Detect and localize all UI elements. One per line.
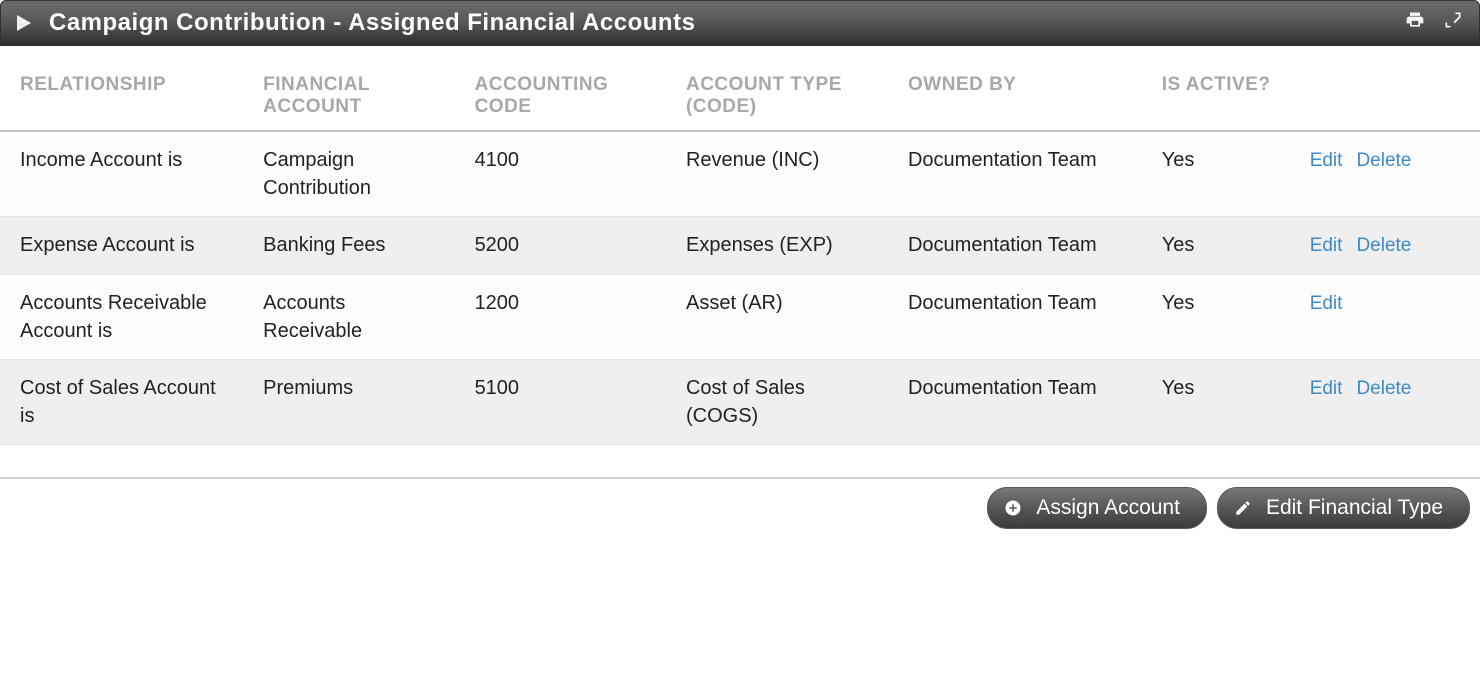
col-header-relationship: Relationship	[0, 56, 243, 131]
cell-actions: Edit	[1290, 274, 1480, 359]
table-wrap: Relationship Financial Account Accountin…	[0, 46, 1480, 445]
edit-link[interactable]: Edit	[1310, 235, 1343, 256]
cell-actions: Edit Delete	[1290, 217, 1480, 275]
cell-accounting_code: 1200	[455, 274, 666, 359]
table-row: Accounts Receivable Account isAccounts R…	[0, 274, 1480, 359]
cell-financial_account: Banking Fees	[243, 217, 454, 275]
edit-link[interactable]: Edit	[1310, 293, 1343, 314]
cell-account_type: Cost of Sales (COGS)	[666, 359, 888, 444]
cell-relationship: Income Account is	[0, 131, 243, 217]
expand-icon[interactable]	[1443, 10, 1463, 36]
edit-financial-type-label: Edit Financial Type	[1266, 496, 1443, 520]
panel-header: Campaign Contribution - Assigned Financi…	[0, 0, 1480, 46]
cell-financial_account: Campaign Contribution	[243, 131, 454, 217]
col-header-actions	[1290, 56, 1480, 131]
cell-financial_account: Premiums	[243, 359, 454, 444]
col-header-owned-by: Owned By	[888, 56, 1142, 131]
footer-bar: Assign Account Edit Financial Type	[0, 477, 1480, 537]
col-header-financial-account: Financial Account	[243, 56, 454, 131]
cell-is_active: Yes	[1142, 274, 1290, 359]
cell-owned_by: Documentation Team	[888, 131, 1142, 217]
panel: Campaign Contribution - Assigned Financi…	[0, 0, 1480, 537]
table-row: Expense Account isBanking Fees5200Expens…	[0, 217, 1480, 275]
cell-account_type: Revenue (INC)	[666, 131, 888, 217]
col-header-accounting-code: Accounting Code	[455, 56, 666, 131]
panel-title: Campaign Contribution - Assigned Financi…	[49, 9, 1387, 37]
delete-link[interactable]: Delete	[1356, 235, 1411, 256]
col-header-account-type: Account Type (Code)	[666, 56, 888, 131]
cell-relationship: Accounts Receivable Account is	[0, 274, 243, 359]
cell-actions: Edit Delete	[1290, 359, 1480, 444]
edit-link[interactable]: Edit	[1310, 378, 1343, 399]
edit-financial-type-button[interactable]: Edit Financial Type	[1217, 487, 1470, 529]
plus-circle-icon	[1004, 499, 1022, 517]
cell-relationship: Expense Account is	[0, 217, 243, 275]
delete-link[interactable]: Delete	[1356, 150, 1411, 171]
pencil-icon	[1234, 499, 1252, 517]
table-row: Income Account isCampaign Contribution41…	[0, 131, 1480, 217]
cell-financial_account: Accounts Receivable	[243, 274, 454, 359]
cell-is_active: Yes	[1142, 217, 1290, 275]
assign-account-button[interactable]: Assign Account	[987, 487, 1207, 529]
print-icon[interactable]	[1405, 10, 1425, 36]
cell-owned_by: Documentation Team	[888, 217, 1142, 275]
cell-actions: Edit Delete	[1290, 131, 1480, 217]
edit-link[interactable]: Edit	[1310, 150, 1343, 171]
cell-is_active: Yes	[1142, 359, 1290, 444]
cell-accounting_code: 5200	[455, 217, 666, 275]
cell-account_type: Expenses (EXP)	[666, 217, 888, 275]
cell-owned_by: Documentation Team	[888, 274, 1142, 359]
cell-owned_by: Documentation Team	[888, 359, 1142, 444]
accounts-table: Relationship Financial Account Accountin…	[0, 56, 1480, 445]
assign-account-label: Assign Account	[1036, 496, 1180, 520]
cell-relationship: Cost of Sales Account is	[0, 359, 243, 444]
cell-account_type: Asset (AR)	[666, 274, 888, 359]
collapse-icon[interactable]	[17, 15, 31, 31]
delete-link[interactable]: Delete	[1356, 378, 1411, 399]
cell-accounting_code: 5100	[455, 359, 666, 444]
cell-accounting_code: 4100	[455, 131, 666, 217]
col-header-is-active: Is Active?	[1142, 56, 1290, 131]
cell-is_active: Yes	[1142, 131, 1290, 217]
table-row: Cost of Sales Account isPremiums5100Cost…	[0, 359, 1480, 444]
